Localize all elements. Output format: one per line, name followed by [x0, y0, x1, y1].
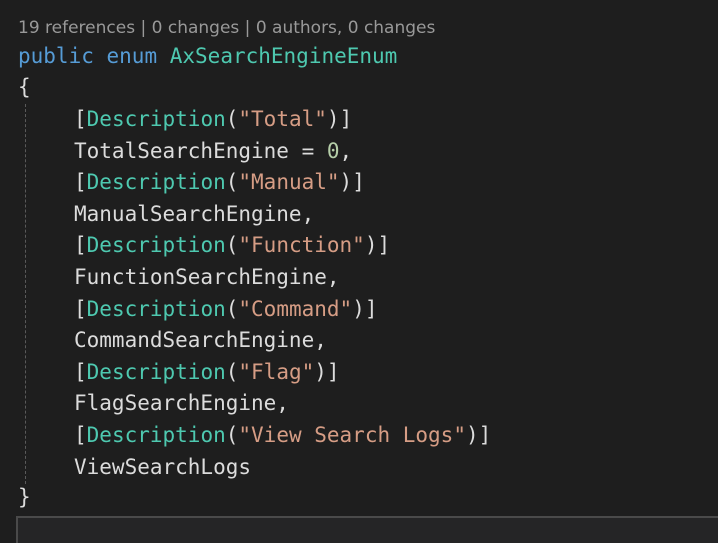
description-string: "Function" — [238, 233, 365, 258]
bracket-open: [ — [74, 233, 87, 258]
paren-open: ( — [225, 107, 239, 131]
paren-open: ( — [225, 296, 239, 321]
open-brace: { — [18, 75, 31, 99]
keyword-enum: enum — [106, 44, 158, 68]
description-string: "Manual" — [238, 170, 340, 195]
paren-close: ) — [326, 107, 340, 131]
codelens-separator: | — [244, 18, 251, 38]
paren-close: ) — [314, 359, 327, 384]
member-terminator: , — [301, 201, 315, 226]
description-string: "View Search Logs" — [238, 423, 466, 447]
member-terminator: , — [314, 328, 327, 353]
code-line-close-brace[interactable]: } — [18, 482, 31, 513]
bracket-close: ] — [326, 359, 340, 384]
code-line-enum-member[interactable]: TotalSearchEngine = 0, — [74, 136, 352, 167]
code-line-enum-member[interactable]: FunctionSearchEngine, — [74, 262, 340, 293]
codelens-bar: 19 references | 0 changes | 0 authors, 0… — [18, 18, 435, 38]
paren-close: ) — [465, 423, 479, 447]
code-line-declaration[interactable]: public enum AxSearchEngineEnum — [18, 41, 397, 72]
enum-member-name: TotalSearchEngine — [74, 138, 289, 163]
code-line-enum-member[interactable]: CommandSearchEngine, — [74, 325, 327, 356]
bracket-open: [ — [74, 107, 87, 131]
enum-member-name: FlagSearchEngine — [74, 391, 277, 416]
attribute-name: Description — [86, 170, 226, 195]
code-line-attribute[interactable]: [Description("Total")] — [74, 104, 352, 135]
bracket-open: [ — [74, 423, 87, 447]
code-line-attribute[interactable]: [Description("Command")] — [74, 294, 378, 325]
paren-open: ( — [225, 359, 239, 384]
code-line-enum-member[interactable]: FlagSearchEngine, — [74, 388, 289, 419]
paren-open: ( — [225, 170, 239, 195]
description-string: "Command" — [238, 296, 353, 321]
member-terminator: , — [339, 138, 353, 163]
paren-close: ) — [364, 233, 378, 258]
attribute-name: Description — [86, 107, 226, 131]
code-line-attribute[interactable]: [Description("View Search Logs")] — [74, 420, 491, 451]
attribute-name: Description — [86, 359, 226, 384]
paren-open: ( — [225, 233, 239, 258]
input-box[interactable] — [16, 516, 718, 543]
attribute-name: Description — [86, 233, 226, 258]
code-line-open-brace[interactable]: { — [18, 72, 31, 103]
bracket-close: ] — [478, 423, 492, 447]
attribute-name: Description — [86, 296, 226, 321]
close-brace: } — [18, 485, 31, 509]
code-editor[interactable]: 19 references | 0 changes | 0 authors, 0… — [0, 0, 718, 543]
enum-member-name: FunctionSearchEngine — [74, 265, 327, 289]
description-string: "Flag" — [238, 359, 315, 384]
bracket-close: ] — [364, 296, 378, 321]
bracket-close: ] — [377, 233, 391, 258]
paren-close: ) — [339, 170, 353, 195]
codelens-references[interactable]: 19 references — [18, 18, 135, 38]
indent-guide — [25, 104, 26, 484]
bracket-open: [ — [74, 296, 87, 321]
enum-name: AxSearchEngineEnum — [169, 44, 398, 68]
bracket-close: ] — [339, 107, 353, 131]
member-terminator: , — [276, 391, 289, 416]
codelens-separator: | — [140, 18, 147, 38]
paren-open: ( — [225, 423, 239, 447]
enum-member-value: 0 — [326, 138, 340, 163]
attribute-name: Description — [86, 423, 226, 447]
bracket-open: [ — [74, 170, 87, 195]
code-line-enum-member[interactable]: ViewSearchLogs — [74, 452, 251, 483]
code-line-attribute[interactable]: [Description("Function")] — [74, 230, 390, 261]
codelens-changes[interactable]: 0 changes — [152, 18, 240, 38]
description-string: "Total" — [238, 107, 327, 131]
keyword-public: public — [18, 44, 94, 68]
enum-member-name: ViewSearchLogs — [74, 454, 252, 479]
code-line-attribute[interactable]: [Description("Manual")] — [74, 167, 365, 198]
code-line-attribute[interactable]: [Description("Flag")] — [74, 357, 340, 388]
member-terminator: , — [326, 265, 340, 289]
assignment-operator: = — [288, 138, 327, 163]
enum-member-name: ManualSearchEngine — [74, 201, 302, 226]
bracket-close: ] — [352, 170, 365, 195]
code-line-enum-member[interactable]: ManualSearchEngine, — [74, 199, 314, 230]
enum-member-name: CommandSearchEngine — [74, 328, 315, 353]
codelens-authors[interactable]: 0 authors, 0 changes — [256, 18, 436, 38]
bracket-open: [ — [74, 359, 87, 384]
paren-close: ) — [352, 296, 365, 321]
